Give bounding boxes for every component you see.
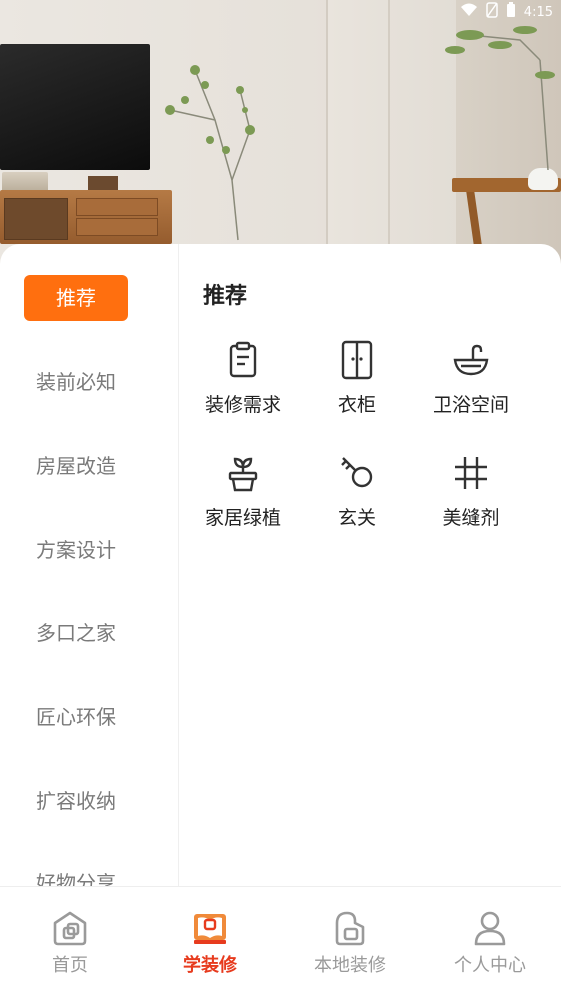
sidebar-item-house-renovation[interactable]: 房屋改造 bbox=[0, 443, 152, 489]
home-icon bbox=[53, 911, 87, 946]
status-bar: 4:15 bbox=[460, 0, 561, 24]
grid-item-grout[interactable]: 美缝剂 bbox=[416, 453, 526, 530]
section-title: 推荐 bbox=[203, 284, 248, 309]
sidebar-item-recommend[interactable]: 推荐 bbox=[24, 275, 128, 321]
wardrobe-icon bbox=[341, 340, 373, 380]
no-sim-icon bbox=[486, 2, 498, 22]
nav-label: 本地装修 bbox=[314, 955, 386, 976]
wifi-icon bbox=[460, 3, 478, 21]
bottom-navigation: 首页 学装修 本地装修 个人中心 bbox=[0, 886, 561, 1000]
grid-hash-icon bbox=[455, 457, 487, 489]
grid-item-bathroom[interactable]: 卫浴空间 bbox=[416, 340, 526, 417]
nav-learn-renovation[interactable]: 学装修 bbox=[140, 909, 280, 977]
nav-label: 个人中心 bbox=[454, 955, 526, 976]
grid-item-label: 衣柜 bbox=[337, 394, 376, 416]
key-icon bbox=[341, 457, 373, 488]
nav-home[interactable]: 首页 bbox=[0, 909, 140, 977]
battery-icon bbox=[506, 2, 516, 22]
status-time: 4:15 bbox=[523, 4, 553, 20]
sidebar-item-pre-renovation[interactable]: 装前必知 bbox=[0, 359, 152, 405]
grid-item-renovation-needs[interactable]: 装修需求 bbox=[188, 340, 298, 417]
grid-item-label: 美缝剂 bbox=[442, 507, 500, 529]
clipboard-icon bbox=[229, 341, 257, 378]
sidebar-item-plan-design[interactable]: 方案设计 bbox=[0, 527, 152, 573]
potted-plant-icon bbox=[228, 457, 258, 492]
grid-item-label: 卫浴空间 bbox=[432, 394, 509, 416]
nav-label: 学装修 bbox=[183, 955, 237, 976]
category-sidebar: 推荐 装前必知 房屋改造 方案设计 多口之家 匠心环保 扩容收纳 好物分享 bbox=[0, 244, 179, 886]
grid-item-label: 家居绿植 bbox=[204, 507, 281, 529]
sidebar-item-storage[interactable]: 扩容收纳 bbox=[0, 778, 152, 824]
grid-item-label: 玄关 bbox=[337, 507, 376, 529]
sidebar-item-good-things[interactable]: 好物分享 bbox=[0, 860, 152, 886]
local-house-icon bbox=[335, 911, 365, 946]
nav-personal-center[interactable]: 个人中心 bbox=[420, 909, 560, 977]
grid-item-wardrobe[interactable]: 衣柜 bbox=[302, 340, 412, 417]
grid-item-home-plants[interactable]: 家居绿植 bbox=[188, 453, 298, 530]
grid-item-label: 装修需求 bbox=[204, 394, 281, 416]
nav-local-renovation[interactable]: 本地装修 bbox=[280, 909, 420, 977]
nav-label: 首页 bbox=[52, 955, 88, 976]
grid-item-entrance[interactable]: 玄关 bbox=[302, 453, 412, 530]
sidebar-item-eco-craft[interactable]: 匠心环保 bbox=[0, 694, 152, 740]
category-sheet: 推荐 装前必知 房屋改造 方案设计 多口之家 匠心环保 扩容收纳 好物分享 推荐… bbox=[0, 244, 561, 886]
person-icon bbox=[474, 911, 506, 946]
book-icon bbox=[194, 914, 226, 944]
sidebar-item-multi-family[interactable]: 多口之家 bbox=[0, 610, 152, 656]
washbasin-icon bbox=[453, 344, 489, 376]
